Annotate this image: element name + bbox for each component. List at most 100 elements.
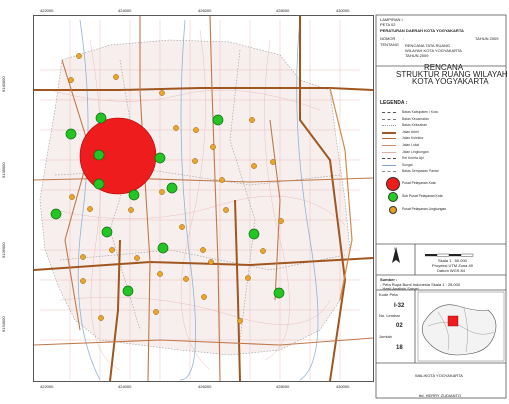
neighborhood-marker: [210, 144, 216, 150]
sub-center-marker: [122, 285, 134, 297]
legend-label: Rel Kereta Api: [402, 156, 424, 161]
map-canvas: [34, 14, 507, 399]
kode-label: Kode Peta: [379, 292, 398, 297]
neighborhood-marker: [192, 158, 198, 164]
tentang-value: RENCANA TATA RUANG WILAYAH KOTA YOGYAKAR…: [405, 43, 462, 53]
neighborhood-marker: [251, 163, 257, 169]
sub-center-marker: [93, 149, 105, 161]
legend-symbol: [389, 206, 397, 214]
legend-label: Jalan Lingkungan: [402, 149, 429, 154]
legend-item: Batas Kelurahan: [380, 123, 500, 129]
tahun2-label: TAHUN 2009: [405, 53, 429, 58]
neighborhood-marker: [68, 77, 74, 83]
neighborhood-marker: [109, 247, 115, 253]
neighborhood-marker: [200, 247, 206, 253]
sub-center-marker: [93, 178, 105, 190]
legend-label: Jalan Kolektor: [402, 136, 424, 141]
neighborhood-marker: [270, 159, 276, 165]
sub-center-marker: [95, 112, 107, 124]
kode-value: I-32: [394, 303, 405, 309]
north-label: U: [394, 246, 397, 251]
legend-item: Jalan Arteri: [380, 130, 500, 136]
sub-center-marker: [50, 208, 62, 220]
nomor-value: :: [403, 36, 405, 41]
neighborhood-marker: [153, 309, 159, 315]
neighborhood-marker: [80, 278, 86, 284]
sub-center-marker: [157, 242, 169, 254]
neighborhood-marker: [201, 294, 207, 300]
neighborhood-marker: [80, 254, 86, 260]
legend-line-swatch: [382, 125, 396, 127]
signature-title: WALIKOTA YOGYAKARTA: [415, 373, 463, 378]
sub-center-marker: [273, 287, 285, 299]
nomor-label: NOMOR: [380, 36, 396, 41]
neighborhood-marker: [179, 224, 185, 230]
legend-label: Sungai: [402, 162, 413, 167]
tahun-label: TAHUN 2009: [475, 36, 499, 41]
legend-symbol-label: Pusat Pelayanan Kota: [402, 180, 436, 185]
neighborhood-marker: [193, 127, 199, 133]
legend-label: Batas Kabupaten / Kota: [402, 110, 438, 114]
city-center-marker: [79, 117, 157, 195]
neighborhood-marker: [134, 255, 140, 261]
legend-label: Batas Kelurahan: [402, 123, 428, 128]
neighborhood-marker: [159, 90, 165, 96]
legend-header: LEGENDA :: [380, 100, 408, 106]
legend-symbol: [388, 192, 398, 202]
neighborhood-marker: [245, 275, 251, 281]
sub-center-marker: [154, 152, 166, 164]
legend-line-swatch: [382, 131, 396, 134]
neighborhood-marker: [113, 74, 119, 80]
legend-line-swatch: [382, 145, 396, 146]
neighborhood-marker: [157, 271, 163, 277]
signature-name: ttd. HERRY ZUDIANTO: [419, 393, 462, 398]
legend-symbol-label: Pusat Pelayanan Lingkungan: [402, 206, 447, 211]
neighborhood-marker: [173, 125, 179, 131]
legend-line-swatch: [382, 118, 396, 120]
sub-center-marker: [128, 189, 140, 201]
legend-line-swatch: [382, 112, 396, 113]
legend-line-swatch: [382, 171, 396, 173]
sub-center-marker: [248, 228, 260, 240]
neighborhood-marker: [208, 259, 214, 265]
legend-item: Batas Sempadan Pantai: [380, 169, 500, 175]
legend-item: Batas Kecamatan: [380, 117, 500, 123]
source-line-2: - Hasil Analisis Survei: [380, 286, 419, 291]
neighborhood-marker: [219, 177, 225, 183]
legend-label: Jalan Lokal: [402, 143, 420, 147]
neighborhood-marker: [183, 276, 189, 282]
legend-label: Batas Sempadan Pantai: [402, 169, 439, 174]
legend-label: Jalan Arteri: [402, 129, 419, 134]
neighborhood-marker: [98, 315, 104, 321]
neighborhood-marker: [128, 207, 134, 213]
legend-line-swatch: [382, 138, 396, 140]
lembar-label: No. Lembar: [379, 313, 400, 318]
legend-item: Jalan Kolektor: [380, 136, 500, 142]
sub-center-marker: [65, 128, 77, 140]
neighborhood-marker: [278, 218, 284, 224]
legend-item: Rel Kereta Api: [380, 156, 500, 162]
tentang-label: TENTANG: [380, 42, 399, 47]
neighborhood-marker: [223, 207, 229, 213]
sub-center-marker: [101, 226, 113, 238]
legend-item: Sungai: [380, 163, 500, 169]
neighborhood-marker: [249, 117, 255, 123]
neighborhood-marker: [69, 194, 75, 200]
legend-line-swatch: [382, 151, 396, 153]
neighborhood-marker: [159, 189, 165, 195]
legend-item: Batas Kabupaten / Kota: [380, 110, 500, 116]
legend-label: Batas Kecamatan: [402, 116, 429, 121]
neighborhood-marker: [87, 206, 93, 212]
sub-center-marker: [212, 114, 224, 126]
scale-text-3: Datum WGS 84: [437, 268, 466, 273]
perda-label: PETA 02: [380, 22, 396, 27]
legend-item: Jalan Lokal: [380, 143, 500, 149]
sub-center-marker: [166, 182, 178, 194]
legend-line-swatch: [382, 164, 396, 166]
jumlah-label: Jumlah: [379, 334, 392, 339]
legend-item: Jalan Lingkungan: [380, 150, 500, 156]
legend-symbol-label: Sub Pusat Pelayanan Kota: [402, 193, 443, 198]
inset-map: [417, 291, 505, 362]
neighborhood-marker: [260, 248, 266, 254]
neighborhood-marker: [237, 318, 243, 324]
